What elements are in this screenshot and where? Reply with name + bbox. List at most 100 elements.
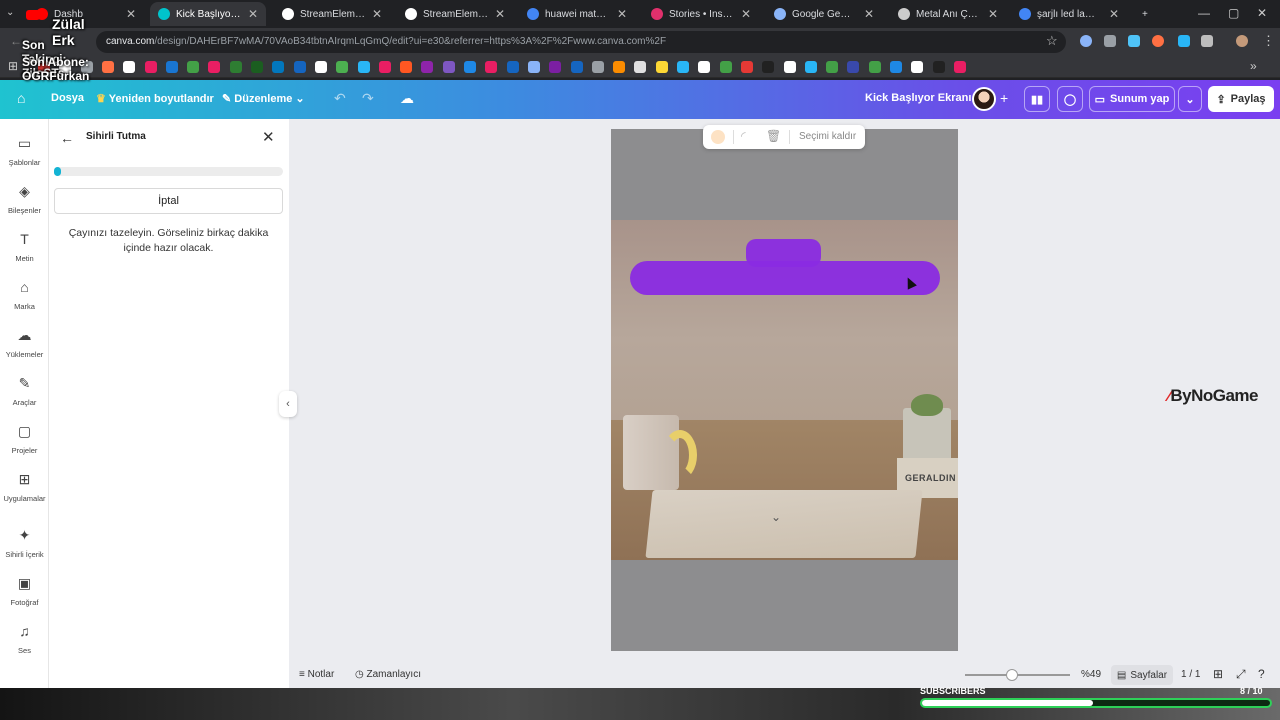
- rail-item-projects[interactable]: ▢ Projeler: [0, 422, 49, 455]
- rail-item-elements[interactable]: ◈ Bileşenler: [0, 182, 49, 215]
- comments-button[interactable]: ◯: [1057, 86, 1083, 112]
- bookmark-favicon-icon[interactable]: [187, 61, 200, 73]
- bookmark-favicon-icon[interactable]: [251, 61, 263, 73]
- bookmark-favicon-icon[interactable]: [378, 61, 391, 73]
- trash-icon[interactable]: 🗑: [766, 129, 781, 143]
- undo-icon[interactable]: ↶: [334, 90, 346, 107]
- back-arrow-icon[interactable]: ←: [60, 130, 74, 146]
- bookmark-favicon-icon[interactable]: [549, 61, 562, 73]
- bookmark-favicon-icon[interactable]: [272, 61, 285, 73]
- bookmark-favicon-icon[interactable]: [868, 61, 881, 73]
- present-button[interactable]: ▭ Sunum yap: [1089, 86, 1175, 112]
- bookmark-favicon-icon[interactable]: [953, 61, 966, 73]
- deselect-button[interactable]: Seçimi kaldır: [799, 131, 856, 142]
- bookmark-favicon-icon[interactable]: [293, 61, 306, 73]
- back-icon[interactable]: ←: [10, 34, 22, 48]
- tab-close-icon[interactable]: ✕: [864, 7, 874, 21]
- bookmark-favicon-icon[interactable]: [527, 61, 540, 73]
- extension-icon[interactable]: [1128, 35, 1140, 47]
- pages-button[interactable]: ▤ Sayfalar: [1111, 665, 1173, 685]
- design-page[interactable]: GERALDIN ⌄: [611, 129, 958, 651]
- bookmark-favicon-icon[interactable]: [762, 61, 775, 73]
- bookmark-favicon-icon[interactable]: [634, 61, 647, 73]
- rail-item-magic-media[interactable]: ✦ Sihirli İçerik: [0, 526, 49, 559]
- bookmark-favicon-icon[interactable]: [506, 61, 519, 73]
- present-options-button[interactable]: ⌄: [1178, 86, 1202, 112]
- extension-icon[interactable]: [1178, 35, 1190, 47]
- bookmark-favicon-icon[interactable]: [804, 61, 817, 73]
- bookmark-favicon-icon[interactable]: [911, 61, 924, 73]
- tab-search-chevron-icon[interactable]: ⌄: [6, 7, 14, 18]
- collapse-panel-button[interactable]: ‹: [279, 391, 297, 417]
- zoom-slider-knob[interactable]: [1006, 669, 1018, 681]
- close-icon[interactable]: ✕: [262, 128, 275, 146]
- bookmark-favicon-icon[interactable]: [208, 61, 221, 73]
- help-icon[interactable]: ?: [1258, 667, 1265, 681]
- bookmark-favicon-icon[interactable]: [336, 61, 349, 73]
- bookmark-favicon-icon[interactable]: [890, 61, 902, 73]
- grid-view-icon[interactable]: ⊞: [1213, 667, 1223, 681]
- maximize-icon[interactable]: ▢: [1228, 6, 1239, 20]
- cancel-button[interactable]: İptal: [54, 188, 283, 214]
- bookmark-favicon-icon[interactable]: [698, 61, 711, 73]
- rail-item-audio[interactable]: ♫ Ses: [0, 622, 49, 655]
- bookmark-favicon-icon[interactable]: [400, 61, 413, 73]
- design-title[interactable]: Kick Başlıyor Ekranı: [865, 92, 971, 104]
- bookmark-favicon-icon[interactable]: [229, 61, 242, 73]
- share-button[interactable]: ⇪ Paylaş: [1208, 86, 1274, 112]
- tab-close-icon[interactable]: ✕: [248, 7, 258, 21]
- extension-icon[interactable]: [1104, 35, 1116, 47]
- browser-tab[interactable]: huawei matebook d 1 ✕: [519, 2, 635, 26]
- tab-close-icon[interactable]: ✕: [988, 7, 998, 21]
- bookmark-favicon-icon[interactable]: [932, 61, 945, 73]
- file-menu[interactable]: Dosya: [51, 92, 84, 104]
- notes-button[interactable]: ≡ Notlar: [299, 669, 334, 680]
- zoom-slider[interactable]: [965, 669, 1070, 681]
- bookmark-favicon-icon[interactable]: [677, 61, 689, 73]
- bookmark-favicon-icon[interactable]: [740, 61, 753, 73]
- bookmark-favicon-icon[interactable]: [613, 61, 626, 73]
- bookmark-favicon-icon[interactable]: [357, 61, 370, 73]
- tab-close-icon[interactable]: ✕: [741, 7, 751, 21]
- browser-tab[interactable]: şarjlı led lamba - Goo ✕: [1011, 2, 1127, 26]
- browser-tab[interactable]: Dashb ✕: [28, 2, 144, 26]
- browser-tab[interactable]: Metal Anı Çerçevesi v ✕: [890, 2, 1006, 26]
- bookmark-favicon-icon[interactable]: [442, 61, 455, 73]
- new-tab-icon[interactable]: +: [1134, 2, 1154, 26]
- cloud-save-icon[interactable]: ☁: [400, 90, 414, 107]
- browser-tab[interactable]: StreamElements - Ov ✕: [274, 2, 390, 26]
- bookmarks-overflow-icon[interactable]: »: [1250, 59, 1257, 73]
- browser-tab[interactable]: Google Gemini ✕: [766, 2, 882, 26]
- bookmark-favicon-icon[interactable]: [591, 61, 604, 73]
- tab-close-icon[interactable]: ✕: [495, 7, 505, 21]
- timer-button[interactable]: ◷ Zamanlayıcı: [355, 669, 421, 680]
- extension-icon[interactable]: [1152, 35, 1164, 47]
- bookmark-favicon-icon[interactable]: [123, 61, 136, 73]
- color-swatch[interactable]: [711, 130, 725, 144]
- rail-item-templates[interactable]: ▭ Şablonlar: [0, 134, 49, 167]
- bookmark-favicon-icon[interactable]: [719, 61, 732, 73]
- bookmark-favicon-icon[interactable]: [655, 61, 668, 73]
- resize-button[interactable]: ♛ Yeniden boyutlandır: [96, 92, 214, 105]
- rail-item-brand[interactable]: ⌂ Marka: [0, 278, 49, 311]
- bookmark-favicon-icon[interactable]: [485, 61, 498, 73]
- home-icon[interactable]: ⌂: [17, 90, 25, 106]
- bookmark-favicon-icon[interactable]: [826, 61, 839, 73]
- bookmark-favicon-icon[interactable]: [144, 61, 157, 73]
- extension-icon[interactable]: [1080, 35, 1092, 47]
- zoom-level[interactable]: %49: [1081, 669, 1101, 680]
- rail-item-photo[interactable]: ▣ Fotoğraf: [0, 574, 49, 607]
- user-avatar[interactable]: [972, 87, 996, 111]
- bookmark-favicon-icon[interactable]: [101, 61, 114, 73]
- browser-tab[interactable]: Kick Başlıyor Ekranı - ✕: [150, 2, 266, 26]
- insights-button[interactable]: ▮▮: [1024, 86, 1050, 112]
- bookmark-favicon-icon[interactable]: [421, 61, 434, 73]
- bookmark-favicon-icon[interactable]: [847, 61, 860, 73]
- rail-item-tools[interactable]: ✎ Araçlar: [0, 374, 49, 407]
- redo-icon[interactable]: ↷: [362, 90, 374, 107]
- bookmark-favicon-icon[interactable]: [570, 61, 583, 73]
- bookmark-favicon-icon[interactable]: [464, 61, 476, 73]
- edit-menu[interactable]: ✎ Düzenleme ⌄: [222, 92, 305, 105]
- minimize-icon[interactable]: —: [1198, 6, 1210, 20]
- rail-item-uploads[interactable]: ☁ Yüklemeler: [0, 326, 49, 359]
